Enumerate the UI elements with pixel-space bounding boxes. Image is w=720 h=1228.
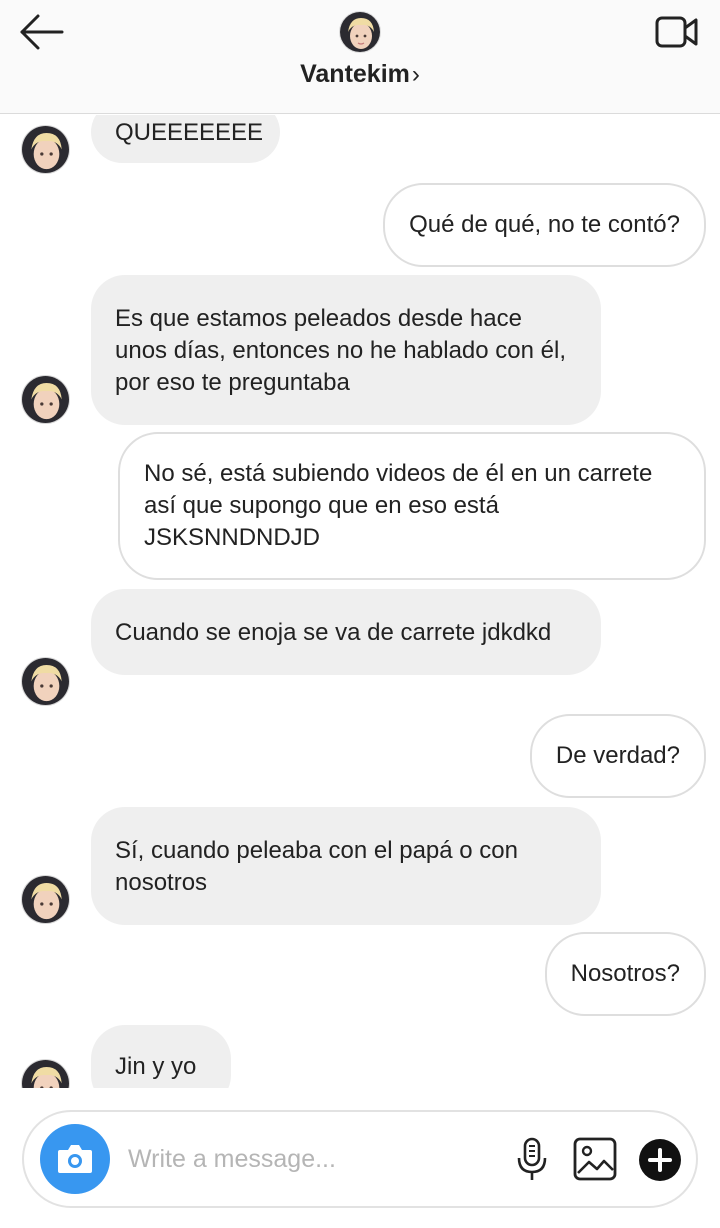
avatar: [21, 375, 70, 424]
message-bubble-outgoing[interactable]: Nosotros?: [544, 932, 706, 1016]
avatar: [21, 1059, 70, 1088]
microphone-icon: [517, 1137, 547, 1180]
message-composer: [22, 1110, 698, 1208]
message-bubble-incoming[interactable]: Sí, cuando peleaba con el papá o con nos…: [91, 807, 601, 925]
camera-button[interactable]: [40, 1124, 110, 1194]
message-input[interactable]: [128, 1138, 488, 1180]
add-content-button[interactable]: [638, 1138, 682, 1182]
message-bubble-incoming[interactable]: QUEEEEEEE: [91, 115, 280, 163]
video-camera-icon: [655, 16, 698, 48]
back-button[interactable]: [18, 12, 66, 52]
message-bubble-incoming[interactable]: Cuando se enoja se va de carrete jdkdkd: [91, 589, 601, 675]
contact-name-button[interactable]: Vantekim›: [0, 60, 720, 89]
chevron-right-icon: ›: [411, 61, 420, 88]
message-bubble-outgoing[interactable]: Qué de qué, no te contó?: [383, 183, 706, 267]
plus-icon: [639, 1139, 681, 1181]
message-thread[interactable]: QUEEEEEEE Qué de qué, no te contó? Es qu…: [0, 115, 720, 1088]
chat-header: Vantekim›: [0, 0, 720, 114]
camera-icon: [58, 1145, 92, 1173]
arrow-left-icon: [20, 14, 64, 50]
message-bubble-incoming[interactable]: Es que estamos peleados desde hace unos …: [91, 275, 601, 425]
message-bubble-outgoing[interactable]: De verdad?: [529, 714, 706, 798]
gallery-button[interactable]: [572, 1136, 618, 1182]
contact-name: Vantekim: [300, 60, 410, 88]
message-bubble-incoming[interactable]: Jin y yo: [91, 1025, 231, 1088]
avatar: [21, 875, 70, 924]
avatar: [21, 657, 70, 706]
avatar[interactable]: [339, 11, 381, 53]
avatar: [21, 125, 70, 174]
message-bubble-outgoing[interactable]: No sé, está subiendo videos de él en un …: [118, 432, 706, 580]
microphone-button[interactable]: [514, 1136, 550, 1184]
video-call-button[interactable]: [654, 14, 700, 50]
gallery-icon: [573, 1137, 617, 1181]
